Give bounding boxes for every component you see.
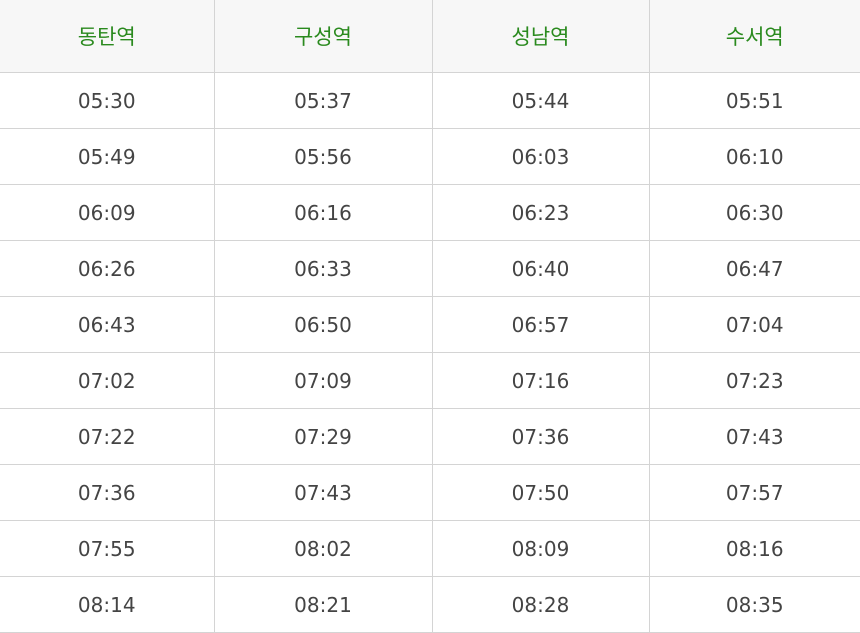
time-cell: 07:29 bbox=[213, 408, 432, 465]
timetable-body: 05:30 05:37 05:44 05:51 05:49 05:56 06:0… bbox=[0, 72, 860, 633]
time-cell: 06:50 bbox=[213, 296, 432, 353]
time-cell: 06:09 bbox=[0, 184, 214, 241]
table-row: 07:22 07:29 07:36 07:43 bbox=[0, 408, 860, 465]
time-cell: 08:09 bbox=[431, 520, 649, 577]
timetable-header: 동탄역 구성역 성남역 수서역 bbox=[0, 0, 860, 73]
time-cell: 05:49 bbox=[0, 128, 214, 185]
table-row: 06:43 06:50 06:57 07:04 bbox=[0, 296, 860, 353]
time-cell: 08:21 bbox=[213, 576, 432, 633]
time-cell: 05:30 bbox=[0, 72, 214, 129]
time-cell: 07:02 bbox=[0, 352, 214, 409]
table-row: 05:30 05:37 05:44 05:51 bbox=[0, 72, 860, 129]
time-cell: 05:56 bbox=[213, 128, 432, 185]
table-row: 07:55 08:02 08:09 08:16 bbox=[0, 520, 860, 577]
time-cell: 08:28 bbox=[431, 576, 649, 633]
time-cell: 07:43 bbox=[213, 464, 432, 521]
time-cell: 07:36 bbox=[431, 408, 649, 465]
time-cell: 06:30 bbox=[648, 184, 860, 241]
header-dongtan-station: 동탄역 bbox=[0, 0, 214, 73]
table-row: 07:02 07:09 07:16 07:23 bbox=[0, 352, 860, 409]
time-cell: 07:36 bbox=[0, 464, 214, 521]
time-cell: 06:26 bbox=[0, 240, 214, 297]
table-row: 05:49 05:56 06:03 06:10 bbox=[0, 128, 860, 185]
header-seongnam-station: 성남역 bbox=[431, 0, 649, 73]
time-cell: 07:57 bbox=[648, 464, 860, 521]
time-cell: 07:43 bbox=[648, 408, 860, 465]
time-cell: 08:35 bbox=[648, 576, 860, 633]
time-cell: 06:43 bbox=[0, 296, 214, 353]
time-cell: 07:55 bbox=[0, 520, 214, 577]
time-cell: 05:37 bbox=[213, 72, 432, 129]
table-row: 07:36 07:43 07:50 07:57 bbox=[0, 464, 860, 521]
time-cell: 07:16 bbox=[431, 352, 649, 409]
time-cell: 06:16 bbox=[213, 184, 432, 241]
time-cell: 06:40 bbox=[431, 240, 649, 297]
table-row: 06:09 06:16 06:23 06:30 bbox=[0, 184, 860, 241]
time-cell: 05:44 bbox=[431, 72, 649, 129]
time-cell: 07:50 bbox=[431, 464, 649, 521]
time-cell: 07:04 bbox=[648, 296, 860, 353]
time-cell: 06:03 bbox=[431, 128, 649, 185]
header-row: 동탄역 구성역 성남역 수서역 bbox=[0, 0, 860, 73]
time-cell: 07:22 bbox=[0, 408, 214, 465]
time-cell: 06:57 bbox=[431, 296, 649, 353]
header-guseong-station: 구성역 bbox=[213, 0, 432, 73]
header-suseo-station: 수서역 bbox=[648, 0, 860, 73]
time-cell: 07:09 bbox=[213, 352, 432, 409]
table-row: 06:26 06:33 06:40 06:47 bbox=[0, 240, 860, 297]
time-cell: 06:23 bbox=[431, 184, 649, 241]
time-cell: 06:10 bbox=[648, 128, 860, 185]
time-cell: 05:51 bbox=[648, 72, 860, 129]
time-cell: 06:33 bbox=[213, 240, 432, 297]
time-cell: 06:47 bbox=[648, 240, 860, 297]
time-cell: 08:16 bbox=[648, 520, 860, 577]
time-cell: 07:23 bbox=[648, 352, 860, 409]
time-cell: 08:02 bbox=[213, 520, 432, 577]
table-row: 08:14 08:21 08:28 08:35 bbox=[0, 576, 860, 633]
time-cell: 08:14 bbox=[0, 576, 214, 633]
timetable: 동탄역 구성역 성남역 수서역 05:30 05:37 05:44 05:51 … bbox=[0, 0, 860, 633]
